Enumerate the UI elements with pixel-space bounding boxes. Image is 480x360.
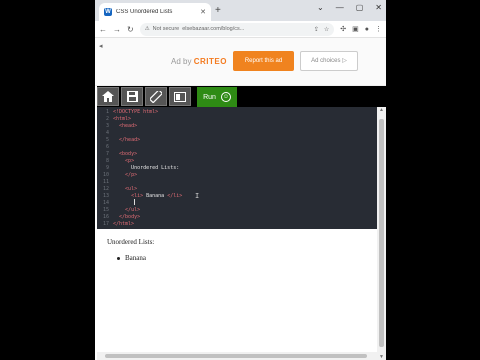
code-line[interactable] <box>113 200 182 207</box>
code-line[interactable]: <body> <box>113 151 182 158</box>
ad-banner: ◂ Ad by CRITEO Report this ad Ad choices… <box>95 38 386 86</box>
code-line[interactable]: <html> <box>113 116 182 123</box>
line-number-gutter: 1 2 3 4 5 6 7 8 9 10 11 12 13 14 15 16 17 <box>97 109 109 228</box>
line-number: 6 <box>105 144 109 150</box>
code-line[interactable]: <!DOCTYPE html> <box>113 109 182 116</box>
favicon-icon: W <box>104 8 112 16</box>
browser-toolbar: ← → ↻ ⚠ Not secure elsebazaar.com/blog/c… <box>95 21 386 38</box>
tab-search-icon[interactable]: ⌄ <box>317 3 324 12</box>
run-button[interactable]: Run ☺ <box>197 87 237 107</box>
new-tab-button[interactable]: + <box>215 4 221 18</box>
line-number: 4 <box>105 130 109 136</box>
criteo-logo: CRITEO <box>193 57 227 66</box>
code-line[interactable]: </head> <box>113 137 182 144</box>
minimize-icon[interactable]: — <box>336 3 344 12</box>
output-preview: Unordered Lists: Banana <box>97 229 377 360</box>
output-paragraph: Unordered Lists: <box>107 238 155 246</box>
tab-strip: W CSS Unordered Lists ✕ + ⌄ — ▢ ✕ <box>95 0 386 21</box>
close-window-icon[interactable]: ✕ <box>375 3 382 12</box>
line-number: 2 <box>105 116 109 122</box>
security-label: Not secure <box>152 26 180 32</box>
reload-icon[interactable]: ↻ <box>127 25 134 34</box>
line-number: 3 <box>105 123 109 129</box>
share-icon[interactable]: ⇪ <box>314 26 319 33</box>
code-editor[interactable]: 1 2 3 4 5 6 7 8 9 10 11 12 13 14 15 16 17 <!DOCTYPE html… <box>97 107 377 229</box>
profile-icon[interactable]: ● <box>365 26 369 33</box>
ad-by-label: Ad by CRITEO <box>171 57 227 66</box>
warning-icon[interactable]: ⚠ <box>145 26 150 32</box>
code-lines[interactable]: <!DOCTYPE html> <html> <head> </head> <bo… <box>113 109 182 228</box>
line-number: 11 <box>102 179 109 185</box>
layout-icon <box>174 91 186 102</box>
line-number: 1 <box>105 109 109 115</box>
line-number: 8 <box>105 158 109 164</box>
list-item-text: Banana <box>125 254 146 262</box>
sidepanel-icon[interactable]: ▣ <box>352 25 359 33</box>
line-number: 13 <box>102 193 109 199</box>
code-line[interactable]: </p> <box>113 172 182 179</box>
horizontal-scrollbar[interactable] <box>97 352 377 360</box>
scroll-up-icon[interactable]: ▲ <box>377 107 386 113</box>
close-tab-icon[interactable]: ✕ <box>200 8 206 16</box>
ibeam-cursor-icon: I <box>195 192 200 200</box>
code-line[interactable]: </html> <box>113 221 182 228</box>
code-line[interactable]: <head> <box>113 123 182 130</box>
save-icon <box>126 91 138 102</box>
line-number: 12 <box>102 186 109 192</box>
menu-icon[interactable]: ⋮ <box>375 25 382 33</box>
line-number: 9 <box>105 165 109 171</box>
address-bar[interactable]: ⚠ Not secure elsebazaar.com/blog/cs... ⇪… <box>139 22 335 36</box>
code-line[interactable]: <li> Banana </li> <box>113 193 182 200</box>
hscroll-thumb[interactable] <box>105 354 367 358</box>
code-line[interactable]: </body> <box>113 214 182 221</box>
line-number: 17 <box>102 221 109 227</box>
extensions-icon[interactable]: ✣ <box>340 25 346 33</box>
run-label: Run <box>203 93 216 101</box>
report-ad-button[interactable]: Report this ad <box>233 51 294 71</box>
save-button[interactable] <box>121 87 143 106</box>
maximize-icon[interactable]: ▢ <box>356 3 364 12</box>
list-item: Banana <box>117 254 146 262</box>
line-number: 15 <box>102 207 109 213</box>
layout-button[interactable] <box>169 87 191 106</box>
code-line[interactable] <box>113 179 182 186</box>
line-number: 10 <box>102 172 109 178</box>
scroll-down-icon[interactable]: ▼ <box>377 354 386 360</box>
back-icon[interactable]: ← <box>99 25 107 34</box>
editor-toolbar: Run ☺ <box>97 86 386 107</box>
line-number: 16 <box>102 214 109 220</box>
url-text: elsebazaar.com/blog/cs... <box>182 26 245 32</box>
scroll-thumb[interactable] <box>379 119 384 347</box>
home-button[interactable] <box>97 87 119 106</box>
bookmark-star-icon[interactable]: ☆ <box>324 26 329 33</box>
line-number: 5 <box>105 137 109 143</box>
code-line[interactable] <box>113 144 182 151</box>
vertical-scrollbar[interactable]: ▲ ▼ <box>377 107 386 360</box>
text-caret <box>134 199 135 205</box>
browser-window: W CSS Unordered Lists ✕ + ⌄ — ▢ ✕ ← → ↻ … <box>95 0 386 360</box>
theme-icon <box>150 90 162 103</box>
theme-button[interactable] <box>145 87 167 106</box>
code-line[interactable]: <p> <box>113 158 182 165</box>
ad-choices-button[interactable]: Ad choices ▷ <box>300 51 358 71</box>
tab-title: CSS Unordered Lists <box>116 9 173 15</box>
code-line[interactable]: </ul> <box>113 207 182 214</box>
line-number: 14 <box>102 200 109 206</box>
smiley-icon: ☺ <box>220 92 231 102</box>
forward-icon[interactable]: → <box>113 25 121 34</box>
home-icon <box>102 91 114 102</box>
code-line[interactable] <box>113 130 182 137</box>
window-controls: ⌄ — ▢ ✕ <box>317 3 382 12</box>
line-number: 7 <box>105 151 109 157</box>
code-line[interactable]: Unordered Lists: <box>113 165 182 172</box>
ad-collapse-icon[interactable]: ◂ <box>99 42 103 50</box>
code-line[interactable]: <ul> <box>113 186 182 193</box>
browser-tab[interactable]: W CSS Unordered Lists ✕ <box>99 3 211 21</box>
bullet-icon <box>117 256 120 260</box>
